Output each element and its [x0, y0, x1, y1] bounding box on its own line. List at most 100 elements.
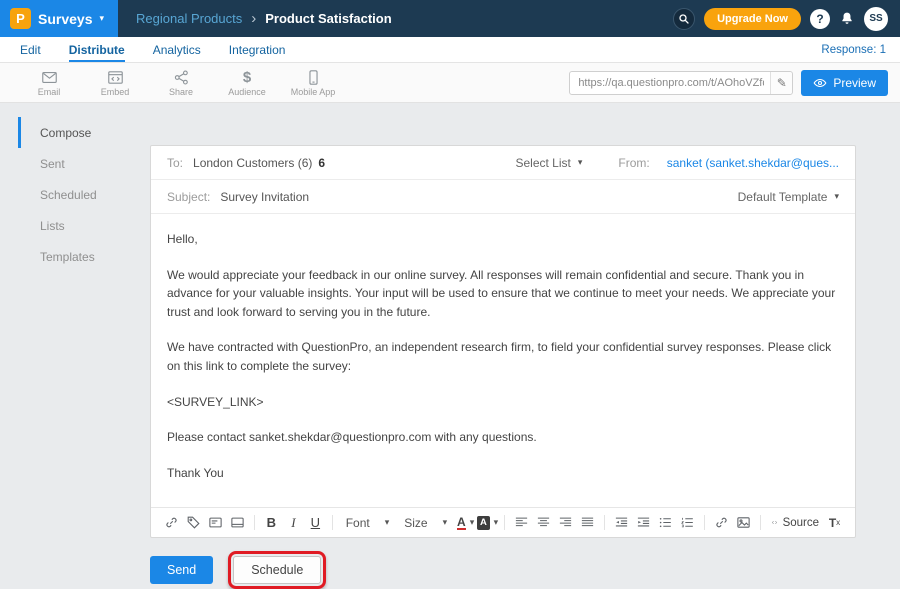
- bold-button[interactable]: B: [261, 512, 282, 534]
- subject-row: Subject: Survey Invitation Default Templ…: [151, 180, 855, 214]
- distribute-toolbar: Email Embed Share $ Audience Mobile App …: [0, 63, 900, 103]
- channel-share-label: Share: [169, 87, 193, 97]
- subject-value[interactable]: Survey Invitation: [220, 190, 309, 204]
- tab-distribute[interactable]: Distribute: [69, 37, 125, 62]
- unsubscribe-footer-icon[interactable]: [227, 512, 248, 534]
- avatar[interactable]: SS: [864, 7, 888, 31]
- merge-field-icon[interactable]: [205, 512, 226, 534]
- survey-tabs: Edit Distribute Analytics Integration Re…: [0, 37, 900, 63]
- remove-format-x: x: [836, 518, 840, 527]
- remove-format-t: T: [829, 516, 836, 530]
- channel-mobile-app-label: Mobile App: [291, 87, 336, 97]
- insert-link-icon[interactable]: [161, 512, 182, 534]
- notifications-button[interactable]: [839, 11, 855, 27]
- toolbar-divider: [504, 515, 505, 530]
- breadcrumb-parent-link[interactable]: Regional Products: [136, 11, 242, 26]
- tab-analytics[interactable]: Analytics: [153, 37, 201, 62]
- recipient-count-badge: 6: [318, 156, 325, 170]
- toolbar-divider: [760, 515, 761, 530]
- channel-share[interactable]: Share: [148, 69, 214, 97]
- numbered-list-button[interactable]: [677, 512, 698, 534]
- audience-icon: $: [243, 69, 251, 86]
- chevron-down-icon: ▾: [443, 517, 448, 528]
- italic-button[interactable]: I: [283, 512, 304, 534]
- breadcrumb-separator: ›: [251, 10, 256, 27]
- help-button[interactable]: ?: [810, 9, 830, 29]
- channel-embed-label: Embed: [101, 87, 130, 97]
- to-value[interactable]: London Customers (6): [193, 156, 312, 170]
- align-justify-button[interactable]: [577, 512, 598, 534]
- source-button[interactable]: Source: [767, 512, 823, 534]
- sidebar-item-scheduled[interactable]: Scheduled: [18, 179, 150, 210]
- chevron-down-icon: ▾: [834, 191, 839, 202]
- product-switcher[interactable]: P Surveys ▾: [0, 0, 118, 37]
- channel-email[interactable]: Email: [16, 69, 82, 97]
- remove-format-button[interactable]: Tx: [824, 512, 845, 534]
- code-icon: [771, 515, 778, 530]
- increase-indent-button[interactable]: [633, 512, 654, 534]
- chevron-down-icon: ▾: [578, 157, 583, 168]
- preview-button[interactable]: Preview: [801, 70, 888, 96]
- to-row-right: Select List ▾ From: sanket (sanket.shekd…: [515, 156, 839, 170]
- source-label: Source: [783, 517, 819, 529]
- align-left-button[interactable]: [511, 512, 532, 534]
- preview-label: Preview: [833, 76, 876, 90]
- email-icon: [41, 69, 58, 86]
- sidebar-item-sent[interactable]: Sent: [18, 148, 150, 179]
- toolbar-divider: [604, 515, 605, 530]
- sidebar-item-templates[interactable]: Templates: [18, 241, 150, 272]
- email-body-editor[interactable]: Hello, We would appreciate your feedback…: [151, 214, 855, 507]
- survey-url-input[interactable]: [569, 71, 793, 95]
- align-center-button[interactable]: [533, 512, 554, 534]
- upgrade-button[interactable]: Upgrade Now: [704, 8, 801, 30]
- editor-toolbar: B I U Font ▾ Size ▾ A ▾: [151, 507, 855, 537]
- bullet-list-button[interactable]: [655, 512, 676, 534]
- subject-row-right: Default Template ▾: [738, 190, 839, 204]
- hyperlink-button[interactable]: [711, 512, 732, 534]
- compose-actions: Send Schedule: [150, 551, 856, 589]
- top-bar: P Surveys ▾ Regional Products › Product …: [0, 0, 900, 37]
- schedule-button[interactable]: Schedule: [233, 556, 321, 584]
- background-color-icon: A: [477, 516, 489, 530]
- from-group: From: sanket (sanket.shekdar@ques...: [618, 156, 839, 170]
- embed-icon: [107, 69, 124, 86]
- channel-embed[interactable]: Embed: [82, 69, 148, 97]
- underline-button[interactable]: U: [305, 512, 326, 534]
- text-color-button[interactable]: A ▾: [455, 512, 476, 534]
- body-paragraph: We have contracted with QuestionPro, an …: [167, 338, 839, 375]
- tag-icon[interactable]: [183, 512, 204, 534]
- edit-url-icon[interactable]: ✎: [770, 72, 792, 94]
- insert-image-button[interactable]: [733, 512, 754, 534]
- tab-edit[interactable]: Edit: [20, 37, 41, 62]
- body-paragraph: Hello,: [167, 230, 839, 249]
- compose-card: To: London Customers (6) 6 Select List ▾…: [150, 145, 856, 538]
- bell-icon: [839, 11, 855, 27]
- sidebar-item-compose[interactable]: Compose: [18, 117, 150, 148]
- toolbar-divider: [254, 515, 255, 530]
- top-actions: Upgrade Now ? SS: [673, 7, 900, 31]
- chevron-down-icon: ▾: [470, 517, 475, 528]
- template-dropdown[interactable]: Default Template ▾: [738, 190, 839, 204]
- app-window: P Surveys ▾ Regional Products › Product …: [0, 0, 900, 560]
- sidebar-item-lists[interactable]: Lists: [18, 210, 150, 241]
- body-paragraph: Thank You: [167, 464, 839, 483]
- select-list-dropdown[interactable]: Select List ▾: [515, 156, 582, 170]
- toolbar-divider: [332, 515, 333, 530]
- chevron-down-icon: ▾: [385, 517, 390, 528]
- content-area: Compose Sent Scheduled Lists Templates T…: [0, 103, 900, 589]
- response-count[interactable]: Response: 1: [821, 37, 886, 62]
- align-right-button[interactable]: [555, 512, 576, 534]
- search-button[interactable]: [673, 8, 695, 30]
- background-color-button[interactable]: A ▾: [477, 512, 498, 534]
- from-address-link[interactable]: sanket (sanket.shekdar@ques...: [667, 156, 839, 170]
- channel-mobile-app[interactable]: Mobile App: [280, 69, 346, 97]
- font-dropdown[interactable]: Font ▾: [346, 516, 390, 530]
- decrease-indent-button[interactable]: [611, 512, 632, 534]
- size-dropdown[interactable]: Size ▾: [404, 516, 447, 530]
- send-button[interactable]: Send: [150, 556, 213, 584]
- compose-panel: To: London Customers (6) 6 Select List ▾…: [150, 103, 856, 589]
- tab-integration[interactable]: Integration: [229, 37, 286, 62]
- channel-audience[interactable]: $ Audience: [214, 69, 280, 97]
- to-label: To:: [167, 156, 183, 170]
- mobile-app-icon: [305, 69, 322, 86]
